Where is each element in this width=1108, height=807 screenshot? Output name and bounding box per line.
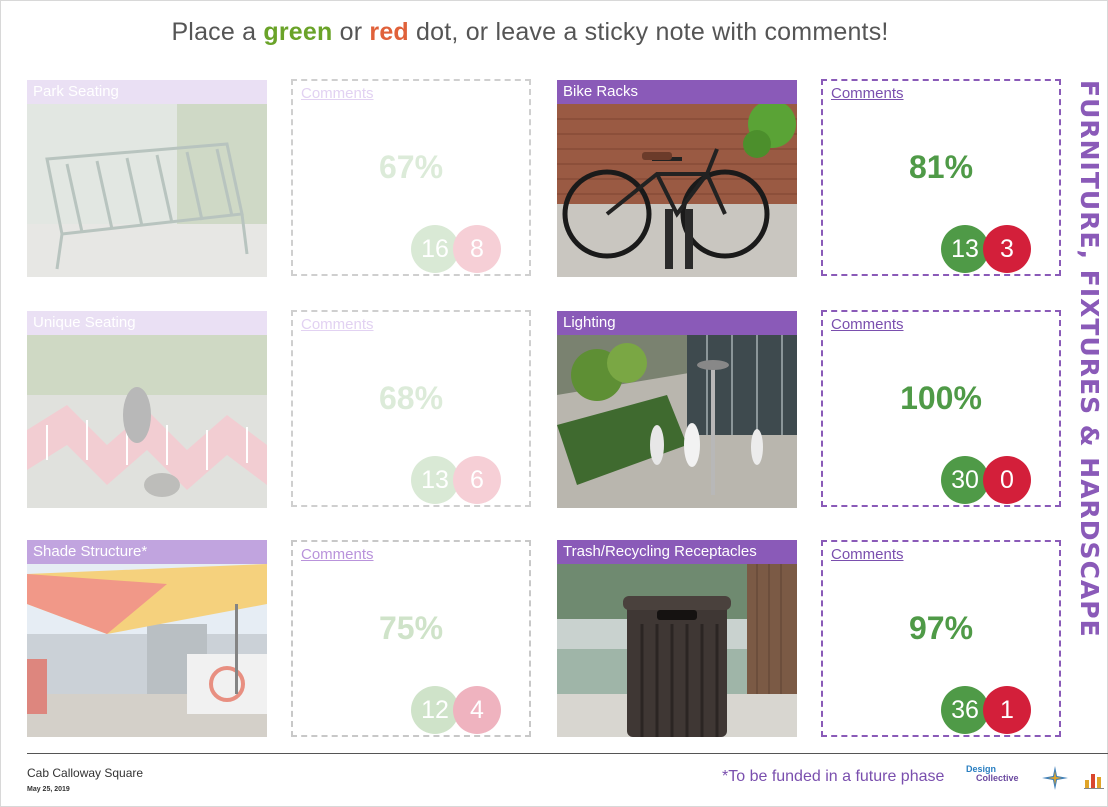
page-headline: Place a green or red dot, or leave a sti… [0, 18, 1060, 47]
item-card-lighting: Lighting [557, 311, 797, 508]
item-card-shade-structure: Shade Structure* [27, 540, 267, 737]
red-dot-count: 6 [453, 456, 501, 504]
comment-box-trash-recycling[interactable]: Comments 97% 36 1 [821, 540, 1061, 737]
comment-box-park-seating[interactable]: Comments 67% 16 8 [291, 79, 531, 276]
green-dot-count: 13 [941, 225, 989, 273]
red-dot-count: 4 [453, 686, 501, 734]
comment-box-shade-structure[interactable]: Comments 75% 12 4 [291, 540, 531, 737]
item-label: Lighting [557, 311, 797, 335]
unique-seating-photo [27, 335, 267, 508]
logo-text-bottom: Collective [976, 773, 1019, 783]
green-dot-count: 13 [411, 456, 459, 504]
section-title: FURNITURE, FIXTURES & HARDSCAPE [1068, 80, 1104, 710]
item-card-park-seating: Park Seating [27, 80, 267, 277]
red-dot-count: 3 [983, 225, 1031, 273]
item-card-unique-seating: Unique Seating [27, 311, 267, 508]
bar-chart-logo-icon [1084, 774, 1104, 789]
comment-box-unique-seating[interactable]: Comments 68% 13 6 [291, 310, 531, 507]
funding-footnote: *To be funded in a future phase [722, 768, 945, 785]
headline-suffix: dot, or leave a sticky note with comment… [408, 18, 889, 46]
design-collective-logo: Design Collective [966, 765, 1019, 783]
item-label: Shade Structure* [27, 540, 267, 564]
item-label: Bike Racks [557, 80, 797, 104]
headline-middle: or [332, 18, 370, 46]
approval-percent: 81% [908, 149, 974, 185]
trash-recycling-photo [557, 564, 797, 737]
approval-percent: 68% [378, 380, 444, 416]
event-date: May 25, 2019 [27, 786, 70, 793]
park-seating-photo [27, 104, 267, 277]
comments-link[interactable]: Comments [831, 85, 904, 102]
comments-link[interactable]: Comments [301, 546, 374, 563]
comments-link[interactable]: Comments [831, 546, 904, 563]
green-dot-count: 30 [941, 456, 989, 504]
comments-link[interactable]: Comments [301, 85, 374, 102]
green-dot-count: 12 [411, 686, 459, 734]
item-card-trash-recycling: Trash/Recycling Receptacles [557, 540, 797, 737]
lighting-photo [557, 335, 797, 508]
headline-red-word: red [369, 18, 409, 46]
item-card-bike-racks: Bike Racks [557, 80, 797, 277]
comments-link[interactable]: Comments [301, 316, 374, 333]
venue-name: Cab Calloway Square [27, 766, 144, 780]
approval-percent: 75% [378, 610, 444, 646]
comment-box-lighting[interactable]: Comments 100% 30 0 [821, 310, 1061, 507]
comments-link[interactable]: Comments [831, 316, 904, 333]
red-dot-count: 1 [983, 686, 1031, 734]
approval-percent: 100% [900, 380, 982, 416]
red-dot-count: 8 [453, 225, 501, 273]
red-dot-count: 0 [983, 456, 1031, 504]
headline-green-word: green [263, 18, 333, 46]
green-dot-count: 16 [411, 225, 459, 273]
section-title-text: FURNITURE, FIXTURES & HARDSCAPE [1075, 80, 1104, 638]
compass-star-logo-icon [1042, 766, 1068, 790]
approval-percent: 67% [378, 149, 444, 185]
item-label: Park Seating [27, 80, 267, 104]
bike-racks-photo [557, 104, 797, 277]
item-label: Unique Seating [27, 311, 267, 335]
item-label: Trash/Recycling Receptacles [557, 540, 797, 564]
headline-prefix: Place a [171, 18, 264, 46]
approval-percent: 97% [908, 610, 974, 646]
shade-structure-photo [27, 564, 267, 737]
comment-box-bike-racks[interactable]: Comments 81% 13 3 [821, 79, 1061, 276]
footer-divider [27, 753, 1108, 754]
green-dot-count: 36 [941, 686, 989, 734]
